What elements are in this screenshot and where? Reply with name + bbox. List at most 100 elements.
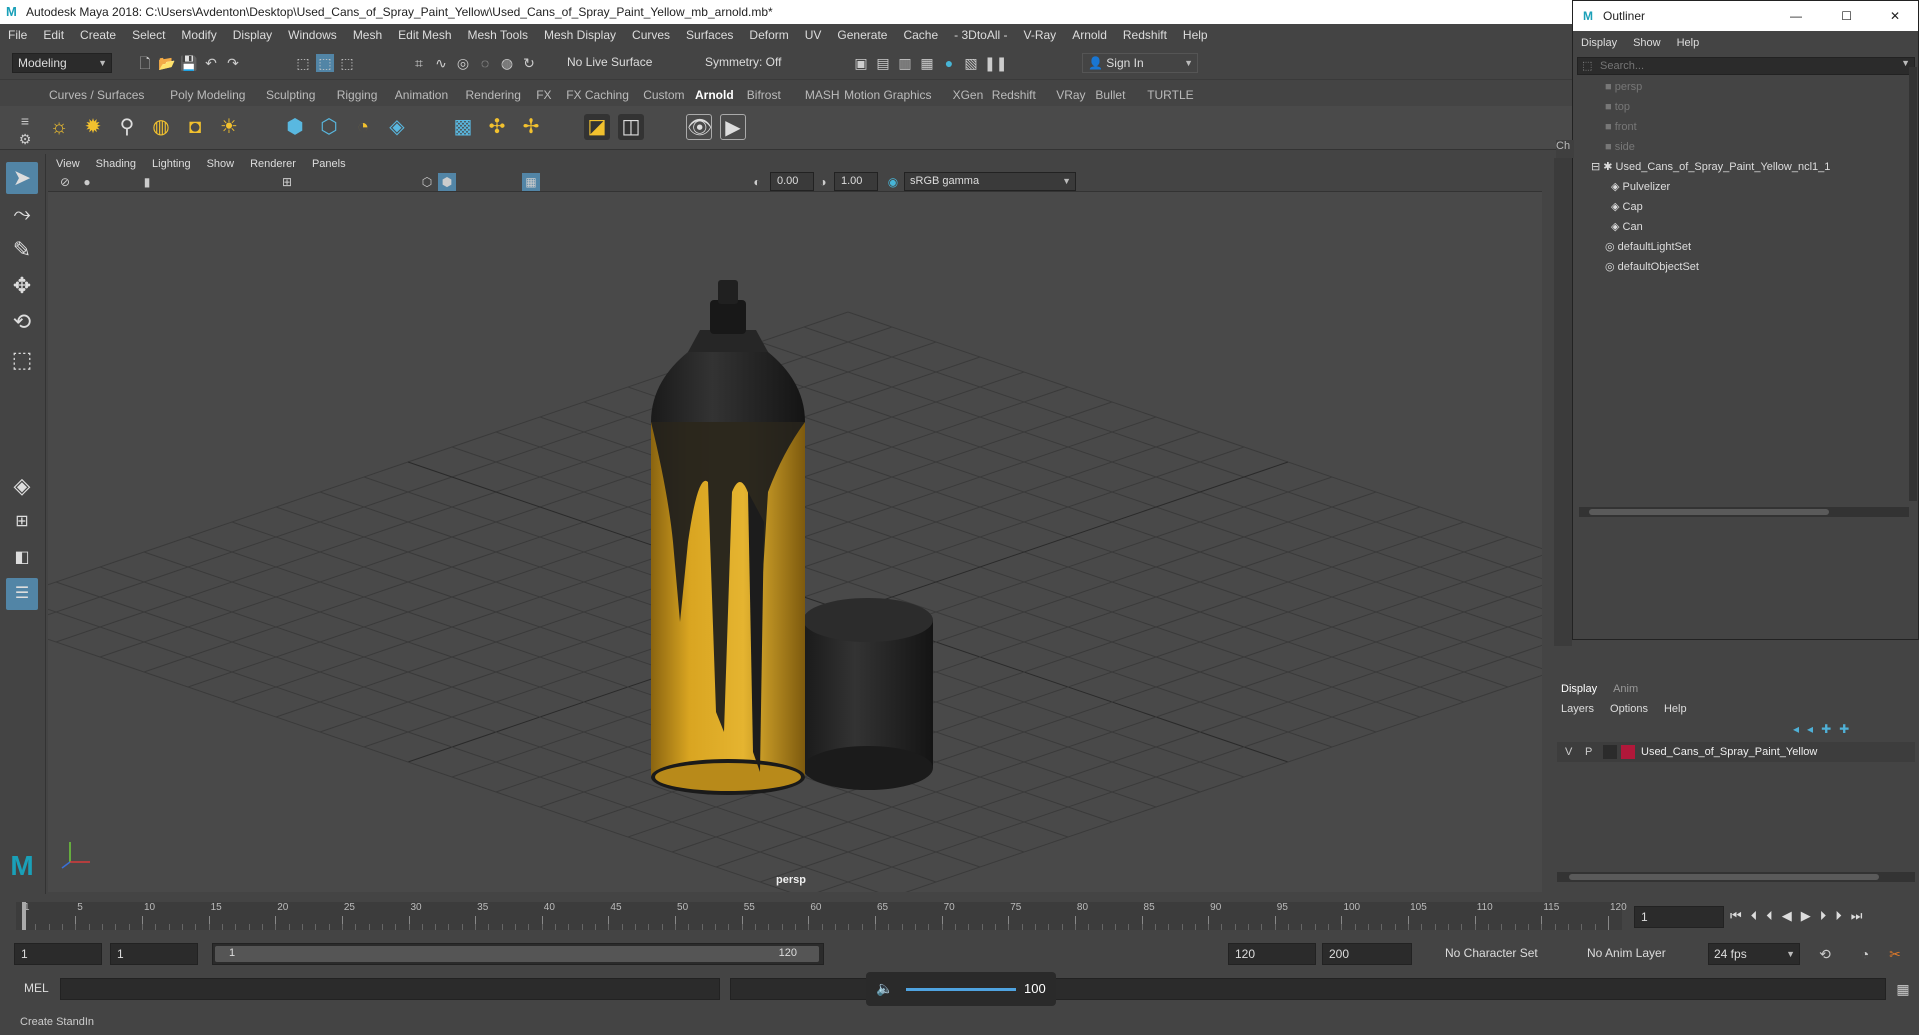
menu-mesh-display[interactable]: Mesh Display (536, 24, 624, 46)
viewport-menu-shading[interactable]: Shading (88, 155, 144, 173)
exposure-field[interactable]: 0.00 (770, 172, 814, 191)
select-hierarchy-icon[interactable]: ⬚ (294, 54, 312, 72)
play-render-icon[interactable]: ▶ (720, 114, 746, 140)
outliner-item-defaultobjectset[interactable]: ◎ defaultObjectSet (1605, 257, 1699, 277)
anim-layer-dropdown[interactable]: No Anim Layer (1582, 943, 1692, 965)
scale-tool-icon[interactable]: ⬚ (6, 344, 38, 376)
outliner-item-group[interactable]: ⊟ ✱ Used_Cans_of_Spray_Paint_Yellow_ncl1… (1591, 157, 1830, 177)
hypershade-icon[interactable]: ▦ (918, 54, 936, 72)
snap-grid-icon[interactable]: ⌗ (410, 54, 428, 72)
range-slider-bar[interactable]: 1 120 (212, 943, 824, 965)
menu-display[interactable]: Display (225, 24, 280, 46)
new-layer-selected-icon[interactable]: ✚ (1839, 722, 1857, 736)
viewport-canvas[interactable]: persp (48, 192, 1542, 892)
tx-manager-icon[interactable]: ✣ (484, 114, 510, 140)
camera-attrs-icon[interactable]: ● (78, 173, 96, 191)
minimize-icon[interactable]: — (1790, 1, 1802, 31)
outliner-item-pulvelizer[interactable]: ◈ Pulvelizer (1611, 177, 1670, 197)
shelf-tab-sculpting[interactable]: Sculpting (261, 84, 320, 106)
layer-color-swatch[interactable] (1621, 745, 1635, 759)
current-frame-field[interactable]: 1 (1634, 906, 1724, 928)
layer-menu-options[interactable]: Options (1602, 699, 1656, 719)
viewport-menu-lighting[interactable]: Lighting (144, 155, 199, 173)
menu-generate[interactable]: Generate (829, 24, 895, 46)
grid-toggle-icon[interactable]: ⊞ (278, 173, 296, 191)
preferences-icon[interactable]: ✂ (1886, 945, 1904, 963)
layer-row[interactable]: V P Used_Cans_of_Spray_Paint_Yellow (1557, 742, 1915, 762)
play-back-icon[interactable]: ◀ (1782, 908, 1801, 923)
outliner-item-front[interactable]: ■ front (1605, 117, 1637, 137)
standin-icon[interactable]: ⬢ (282, 114, 308, 140)
menu-mesh[interactable]: Mesh (345, 24, 390, 46)
close-icon[interactable]: ✕ (1890, 1, 1900, 31)
color-space-dropdown[interactable]: sRGB gamma ▼ (904, 172, 1076, 191)
render-view-shelf-icon[interactable]: ◪ (584, 114, 610, 140)
live-surface-field[interactable]: No Live Surface (562, 53, 662, 73)
layer-playback-toggle[interactable]: P (1585, 742, 1592, 762)
mode-dropdown[interactable]: Modeling ▼ (12, 53, 112, 73)
step-forward-frame-icon[interactable]: ⏵ (1820, 908, 1836, 923)
menu-cache[interactable]: Cache (895, 24, 946, 46)
character-set-dropdown[interactable]: No Character Set (1440, 943, 1560, 965)
area-light-icon[interactable]: ☼ (46, 114, 72, 140)
snap-rotate-icon[interactable]: ↻ (520, 54, 538, 72)
light-manager-icon[interactable]: ✢ (518, 114, 544, 140)
loop-icon[interactable]: ⟲ (1816, 945, 1834, 963)
shelf-settings-icon[interactable]: ⚙ (16, 130, 34, 148)
wireframe-icon[interactable]: ⬡ (418, 173, 436, 191)
menu-arnold[interactable]: Arnold (1064, 24, 1115, 46)
command-input[interactable] (60, 978, 720, 1000)
outliner-hscrollbar[interactable] (1579, 507, 1909, 517)
menu-mesh-tools[interactable]: Mesh Tools (460, 24, 536, 46)
select-component-icon[interactable]: ⬚ (338, 54, 356, 72)
snap-view-icon[interactable]: ◌ (476, 54, 494, 72)
shelf-tab-redshift[interactable]: Redshift (987, 84, 1041, 106)
smooth-shade-icon[interactable]: ⬢ (438, 173, 456, 191)
shelf-tab-bifrost[interactable]: Bifrost (742, 84, 786, 106)
new-scene-icon[interactable]: 🗋 (136, 54, 154, 72)
pause-render-icon[interactable]: ❚❚ (984, 54, 1007, 72)
outliner-vscrollbar[interactable] (1909, 67, 1917, 501)
shelf-tab-arnold[interactable]: Arnold (690, 84, 739, 106)
rotate-tool-icon[interactable]: ⟲ (6, 306, 38, 338)
render-view-icon[interactable]: ▧ (962, 54, 980, 72)
script-editor-icon[interactable]: ▦ (1894, 980, 1912, 998)
sign-in-button[interactable]: 👤 Sign In ▼ (1082, 53, 1198, 73)
menu-surfaces[interactable]: Surfaces (678, 24, 741, 46)
camera-select-icon[interactable]: ⊘ (56, 173, 74, 191)
snap-point-icon[interactable]: ◎ (454, 54, 472, 72)
mesh-light-icon[interactable]: ◘ (182, 114, 208, 140)
viewport-menu-renderer[interactable]: Renderer (242, 155, 304, 173)
outliner-item-side[interactable]: ■ side (1605, 137, 1635, 157)
shelf-tab-fx-caching[interactable]: FX Caching (561, 84, 634, 106)
shelf-tab-turtle[interactable]: TURTLE (1142, 84, 1198, 106)
playback-start-field[interactable]: 1 (110, 943, 198, 965)
outliner-item-can[interactable]: ◈ Can (1611, 217, 1643, 237)
go-to-end-icon[interactable]: ⏭ (1851, 908, 1872, 923)
select-tool-icon[interactable]: ➤ (6, 162, 38, 194)
symmetry-field[interactable]: Symmetry: Off (700, 53, 800, 73)
layer-type-toggle[interactable] (1603, 745, 1617, 759)
shelf-tab-rigging[interactable]: Rigging (332, 84, 383, 106)
playhead[interactable] (22, 902, 26, 930)
lasso-tool-icon[interactable]: ⤳ (6, 198, 38, 230)
hscroll-thumb[interactable] (1589, 509, 1829, 515)
eye-render-icon[interactable]: 👁 (686, 114, 712, 140)
physical-sky-icon[interactable]: ☀ (216, 114, 242, 140)
outliner-item-persp[interactable]: ■ persp (1605, 77, 1642, 97)
select-object-icon[interactable]: ⬚ (316, 54, 334, 72)
shelf-tab-custom[interactable]: Custom (638, 84, 689, 106)
single-perspective-layout-icon[interactable]: ◈ (6, 470, 38, 502)
gamma-field[interactable]: 1.00 (834, 172, 878, 191)
viewport-menu-show[interactable]: Show (199, 155, 243, 173)
export-standin-icon[interactable]: ⬡ (316, 114, 342, 140)
outliner-item-top[interactable]: ■ top (1605, 97, 1630, 117)
shelf-tab-curves-surfaces[interactable]: Curves / Surfaces (44, 84, 149, 106)
ipr-shelf-icon[interactable]: ◫ (618, 114, 644, 140)
arnold-render-icon[interactable]: ● (940, 54, 958, 72)
skydome-light-icon[interactable]: ◍ (148, 114, 174, 140)
time-slider[interactable]: 1 5 10 15 20 25 30 35 40 45 50 55 60 65 70 75 80 85 90 95 10… (0, 896, 1919, 938)
shelf-tab-fx[interactable]: FX (531, 84, 556, 106)
volume-icon[interactable]: ◈ (384, 114, 410, 140)
menu-help[interactable]: Help (1175, 24, 1216, 46)
